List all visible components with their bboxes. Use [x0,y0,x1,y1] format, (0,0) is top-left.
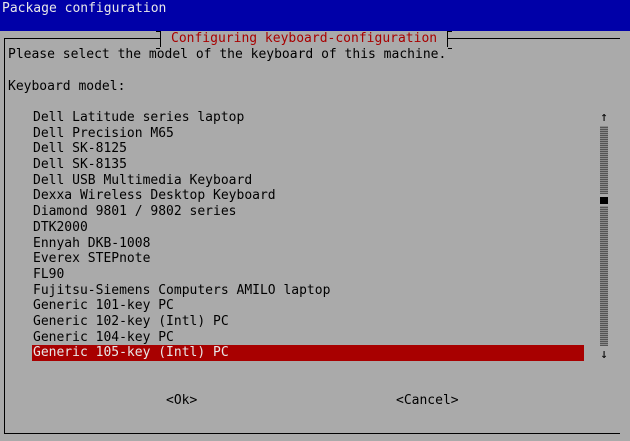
list-item[interactable]: FL90 [32,267,584,283]
list-item[interactable]: Generic 101-key PC [32,298,584,314]
list-scrollbar[interactable]: ↑ ↓ [598,110,610,362]
list-item[interactable]: Dell Precision M65 [32,126,584,142]
scroll-up-icon[interactable]: ↑ [598,110,610,125]
config-dialog: Configuring keyboard-configuration Pleas… [0,31,630,441]
list-item[interactable]: Dell SK-8135 [32,157,584,173]
keyboard-model-list[interactable]: Dell Latitude series laptop Dell Precisio… [32,110,584,361]
list-item[interactable]: Dell SK-8125 [32,141,584,157]
scroll-track-upper[interactable] [600,126,608,194]
list-item[interactable]: Dexxa Wireless Desktop Keyboard [32,188,584,204]
dialog-prompt: Please select the model of the keyboard … [8,47,447,62]
screen-title: Package configuration [2,1,167,16]
scroll-track-lower[interactable] [600,206,608,346]
list-item[interactable]: Diamond 9801 / 9802 series [32,204,584,220]
list-item[interactable]: Fujitsu-Siemens Computers AMILO laptop [32,283,584,299]
scroll-down-icon[interactable]: ↓ [598,347,610,362]
list-item[interactable]: Everex STEPnote [32,251,584,267]
list-item[interactable]: Dell USB Multimedia Keyboard [32,173,584,189]
keyboard-model-label: Keyboard model: [8,79,126,94]
dialog-title: Configuring keyboard-configuration [155,31,453,49]
list-item[interactable]: Generic 104-key PC [32,330,584,346]
list-item[interactable]: Dell Latitude series laptop [32,110,584,126]
list-item[interactable]: Generic 102-key (Intl) PC [32,314,584,330]
list-item[interactable]: Ennyah DKB-1008 [32,236,584,252]
cancel-button[interactable]: <Cancel> [396,393,459,409]
list-item-selected[interactable]: Generic 105-key (Intl) PC [32,345,584,361]
ok-button[interactable]: <Ok> [166,393,197,409]
list-item[interactable]: DTK2000 [32,220,584,236]
scroll-thumb[interactable] [600,197,608,204]
